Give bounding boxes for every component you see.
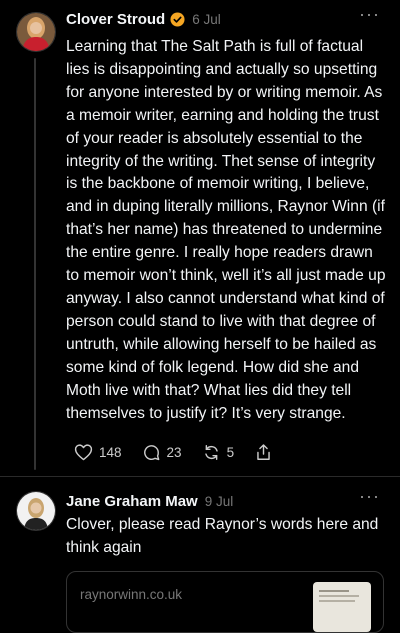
share-button[interactable] bbox=[254, 443, 273, 462]
post-date[interactable]: 6 Jul bbox=[192, 12, 221, 27]
more-options-icon[interactable]: ··· bbox=[359, 487, 380, 505]
reply-count: 23 bbox=[166, 444, 182, 460]
share-icon bbox=[257, 443, 270, 460]
repost-count: 5 bbox=[226, 444, 235, 460]
comment-icon bbox=[143, 444, 159, 460]
like-count: 148 bbox=[99, 444, 122, 460]
like-button[interactable]: 148 bbox=[74, 443, 122, 461]
post-text: Learning that The Salt Path is full of f… bbox=[66, 38, 386, 422]
post-text: Clover, please read Raynor’s words here … bbox=[66, 516, 379, 556]
link-preview-card[interactable]: raynorwinn.co.uk bbox=[66, 571, 384, 633]
author-name[interactable]: Clover Stroud bbox=[66, 11, 165, 28]
avatar-clover[interactable] bbox=[16, 12, 56, 52]
verified-badge-icon bbox=[170, 11, 185, 27]
avatar-jane[interactable] bbox=[16, 491, 56, 531]
repost-button[interactable]: 5 bbox=[202, 443, 235, 462]
more-options-icon[interactable]: ··· bbox=[359, 5, 380, 23]
link-thumbnail bbox=[313, 582, 371, 632]
author-name[interactable]: Jane Graham Maw bbox=[66, 493, 198, 510]
post-actions: 148 23 5 bbox=[74, 440, 293, 464]
post-date[interactable]: 9 Jul bbox=[205, 494, 234, 509]
post-clover: Clover Stroud 6 Jul ··· Learning that Th… bbox=[0, 0, 400, 476]
thread-line bbox=[34, 58, 36, 470]
heart-icon bbox=[74, 444, 93, 461]
repost-icon bbox=[204, 444, 218, 460]
reply-button[interactable]: 23 bbox=[142, 443, 182, 462]
